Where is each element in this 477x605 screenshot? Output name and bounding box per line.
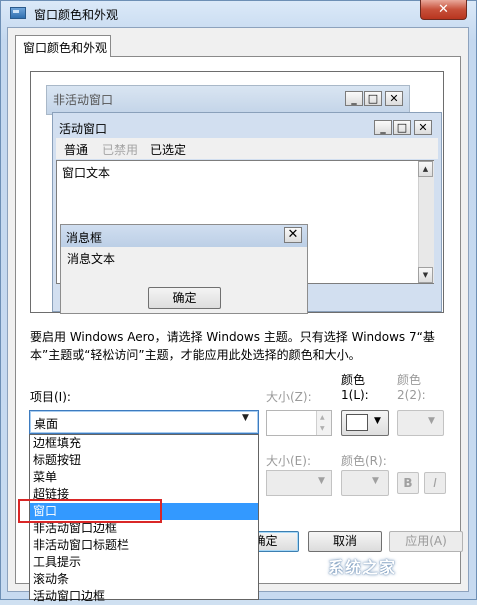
font-color-label: 颜色(R):: [341, 454, 387, 468]
cancel-button[interactable]: 取消: [308, 531, 382, 552]
dropdown-item[interactable]: 菜单: [30, 469, 258, 486]
active-maximize-icon[interactable]: □: [393, 120, 411, 135]
font-size-label: 大小(E):: [266, 454, 311, 468]
scroll-up-icon[interactable]: ▲: [418, 161, 433, 177]
preview-scrollbar[interactable]: [418, 161, 434, 283]
color1-chevron-down-icon[interactable]: ▼: [374, 416, 381, 426]
apply-button[interactable]: 应用(A): [389, 531, 463, 552]
color1-label-top: 颜色: [341, 373, 366, 387]
color2-label-bottom: 2(2):: [397, 388, 426, 402]
active-close-icon[interactable]: ✕: [414, 120, 432, 135]
message-box-text: 消息文本: [67, 252, 116, 266]
window-title: 窗口颜色和外观: [34, 8, 119, 22]
preview-window-text: 窗口文本: [62, 166, 111, 180]
color1-label-bottom: 1(L):: [341, 388, 369, 402]
message-box-close-icon[interactable]: ✕: [284, 227, 302, 243]
dropdown-item[interactable]: 边框填充: [30, 435, 258, 452]
annotation-highlight-box: [18, 499, 162, 523]
chevron-down-icon[interactable]: ▼: [242, 413, 249, 423]
scroll-down-icon[interactable]: ▼: [418, 267, 433, 283]
size-label: 大小(Z):: [266, 390, 312, 404]
color2-picker-button[interactable]: [397, 410, 444, 436]
color2-chevron-down-icon[interactable]: ▼: [428, 416, 435, 426]
color2-label-top: 颜色: [397, 373, 422, 387]
inactive-close-icon[interactable]: ✕: [385, 91, 403, 106]
inactive-minimize-icon[interactable]: _: [345, 91, 363, 106]
dropdown-item[interactable]: 标题按钮: [30, 452, 258, 469]
font-color-chevron-down-icon[interactable]: ▼: [372, 476, 379, 486]
message-box-ok-button[interactable]: 确定: [148, 287, 221, 309]
inactive-maximize-icon[interactable]: □: [364, 91, 382, 106]
dropdown-item[interactable]: 活动窗口边框: [30, 588, 258, 603]
app-window-icon: [10, 7, 26, 19]
dropdown-item[interactable]: 工具提示: [30, 554, 258, 571]
window-close-button[interactable]: ✕: [420, 0, 467, 20]
menu-disabled[interactable]: 已禁用: [102, 141, 138, 158]
menu-selected[interactable]: 已选定: [150, 141, 186, 158]
preview-inactive-title: 非活动窗口: [53, 93, 114, 107]
item-label: 项目(I):: [30, 390, 71, 404]
menu-normal[interactable]: 普通: [64, 141, 88, 158]
stepper-up-icon[interactable]: ▲: [320, 414, 325, 421]
dropdown-item[interactable]: 非活动窗口标题栏: [30, 537, 258, 554]
item-select-value: 桌面: [34, 417, 59, 431]
font-color-button[interactable]: [341, 470, 389, 496]
message-box-title: 消息框: [66, 231, 103, 245]
font-size-chevron-down-icon[interactable]: ▼: [318, 476, 325, 486]
active-minimize-icon[interactable]: _: [374, 120, 392, 135]
italic-button[interactable]: I: [424, 472, 446, 494]
aero-info-text: 要启用 Windows Aero，请选择 Windows 主题。只有选择 Win…: [30, 330, 435, 362]
watermark: 系统之家: [328, 558, 397, 577]
item-select[interactable]: [29, 410, 259, 434]
color1-swatch: [346, 414, 368, 431]
bold-button[interactable]: B: [397, 472, 419, 494]
preview-active-title: 活动窗口: [59, 122, 108, 136]
stepper-down-icon[interactable]: ▼: [320, 425, 325, 432]
tab-window-color-appearance[interactable]: 窗口颜色和外观: [15, 35, 111, 57]
dropdown-item[interactable]: 滚动条: [30, 571, 258, 588]
